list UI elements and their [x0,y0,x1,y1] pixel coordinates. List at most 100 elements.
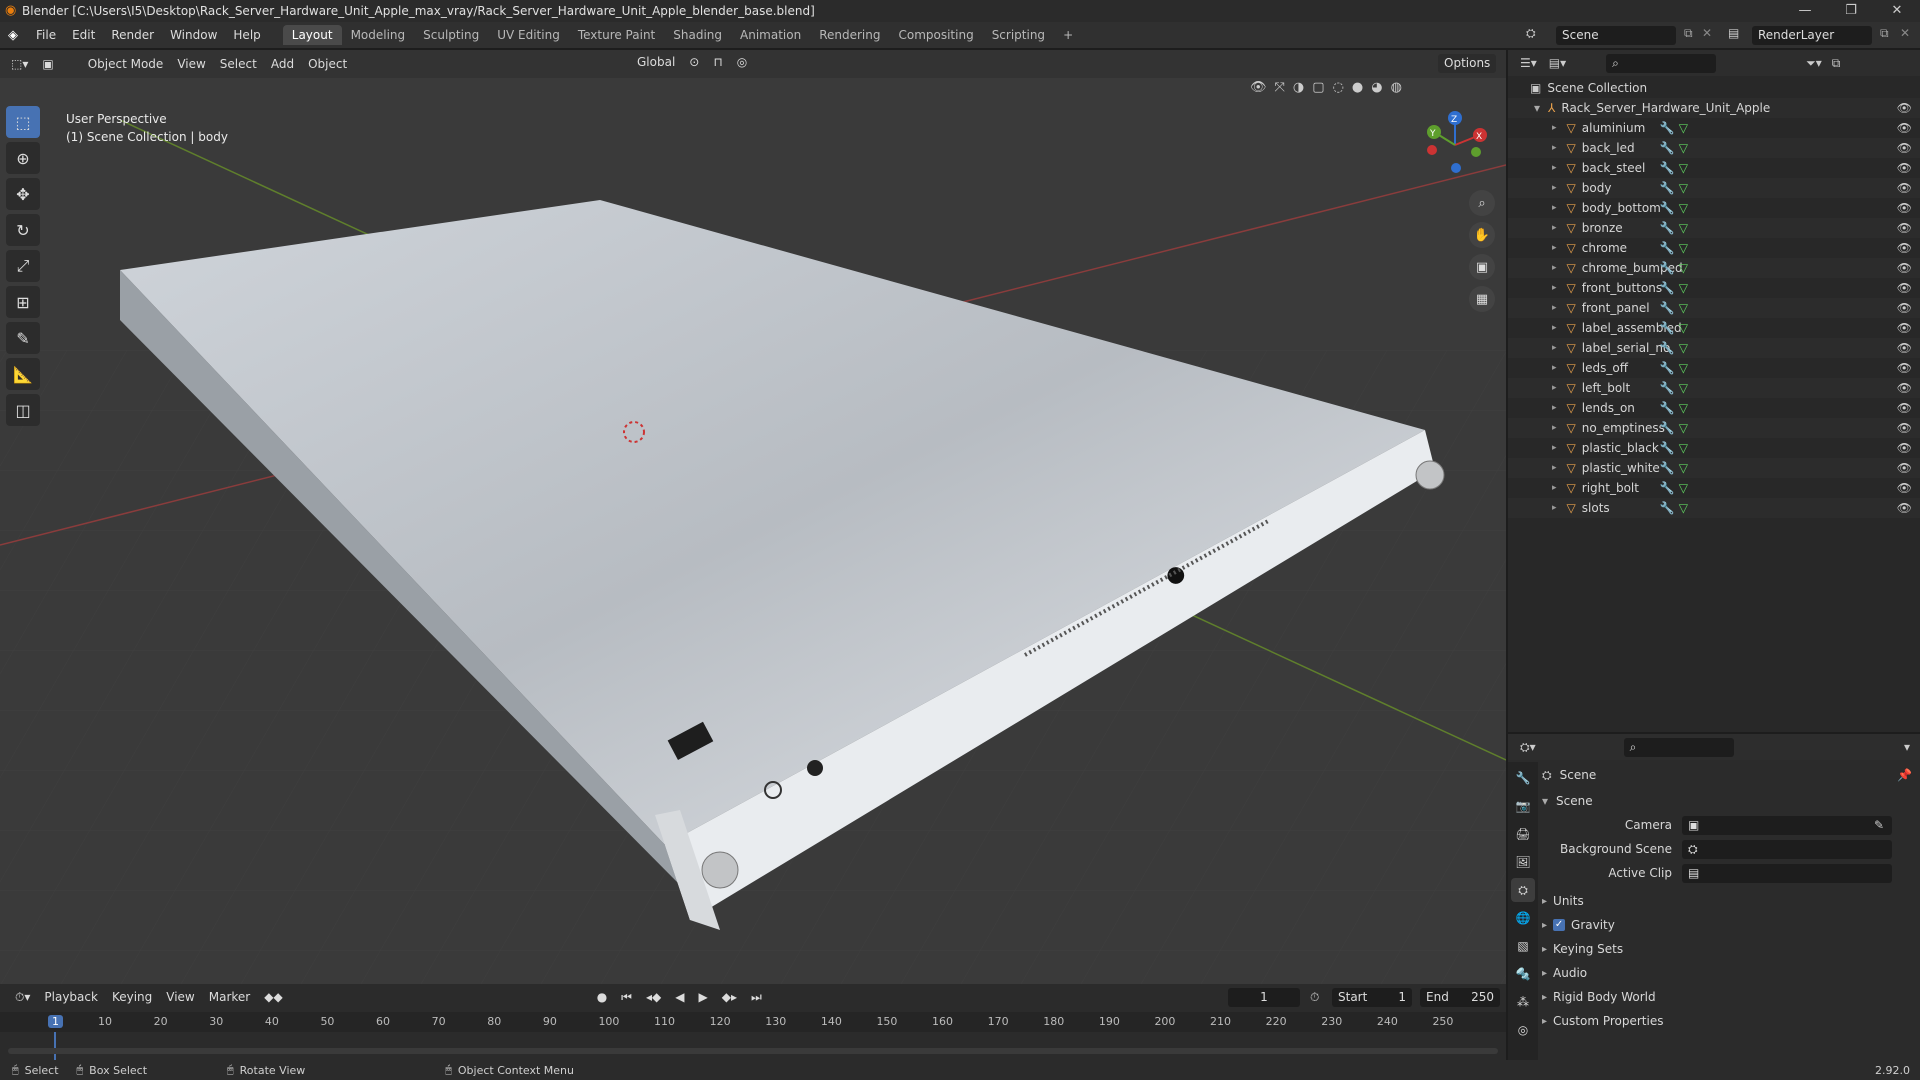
visibility-eye-icon[interactable]: 👁 [1897,121,1912,135]
new-scene-icon[interactable]: ⧉ [1684,26,1693,41]
expand-arrow-icon[interactable]: ▸ [1552,463,1557,473]
collection-row[interactable]: ▾ ⅄ Rack_Server_Hardware_Unit_Apple 👁 [1508,98,1920,118]
expand-arrow-icon[interactable]: ▸ [1552,203,1557,213]
panel-keying-sets[interactable]: ▸ Keying Sets [1542,938,1912,960]
collapse-arrow-icon[interactable]: ▾ [1534,101,1540,115]
outliner-item-body[interactable]: ▸ ▽ body 🔧 ▽ 👁 [1508,178,1920,198]
transform-tool-icon[interactable]: ⊞ [6,286,40,318]
panel-audio[interactable]: ▸ Audio [1542,962,1912,984]
modifier-wrench-icon[interactable]: 🔧 [1660,461,1675,475]
mesh-data-icon[interactable]: ▽ [1679,461,1688,475]
xray-icon[interactable]: ▢ [1312,80,1324,95]
outliner-item-aluminium[interactable]: ▸ ▽ aluminium 🔧 ▽ 👁 [1508,118,1920,138]
panel-custom-properties[interactable]: ▸ Custom Properties [1542,1010,1912,1032]
visibility-eye-icon[interactable]: 👁 [1897,301,1912,315]
expand-arrow-icon[interactable]: ▸ [1552,503,1557,513]
viewport-menu-view[interactable]: View [170,55,212,73]
record-icon[interactable]: ● [590,988,614,1006]
mesh-data-icon[interactable]: ▽ [1679,481,1688,495]
overlay-toggle-icon[interactable]: ◑ [1293,80,1304,95]
particles-tab-icon[interactable]: ⁂ [1511,990,1535,1014]
modifier-wrench-icon[interactable]: 🔧 [1660,301,1675,315]
play-icon[interactable]: ▶ [691,988,714,1006]
modifier-wrench-icon[interactable]: 🔧 [1660,121,1675,135]
expand-arrow-icon[interactable]: ▸ [1552,283,1557,293]
outliner-item-back-steel[interactable]: ▸ ▽ back_steel 🔧 ▽ 👁 [1508,158,1920,178]
gravity-checkbox[interactable]: ✓ [1553,919,1566,931]
panel-units[interactable]: ▸ Units [1542,890,1912,912]
pan-icon[interactable]: ✋ [1469,222,1495,248]
viewport-menu-select[interactable]: Select [213,55,264,73]
perspective-toggle-icon[interactable]: ▦ [1469,286,1495,312]
outliner-item-label-assembled[interactable]: ▸ ▽ label_assembled 🔧 ▽ 👁 [1508,318,1920,338]
outliner-item-bronze[interactable]: ▸ ▽ bronze 🔧 ▽ 👁 [1508,218,1920,238]
visibility-eye-icon[interactable]: 👁 [1897,101,1912,115]
timeline-menu-keying[interactable]: Keying [105,988,159,1006]
mesh-data-icon[interactable]: ▽ [1679,361,1688,375]
add-workspace-icon[interactable]: + [1054,25,1082,45]
viewport-menu-object[interactable]: Object [301,55,354,73]
tab-texture-paint[interactable]: Texture Paint [569,25,664,45]
next-key-icon[interactable]: ◆▸ [715,988,744,1006]
tab-layout[interactable]: Layout [282,25,342,45]
end-frame-field[interactable]: End 250 [1420,988,1500,1007]
visibility-eye-icon[interactable]: 👁 [1897,441,1912,455]
rotate-tool-icon[interactable]: ↻ [6,214,40,246]
outliner-item-back-led[interactable]: ▸ ▽ back_led 🔧 ▽ 👁 [1508,138,1920,158]
expand-arrow-icon[interactable]: ▸ [1552,363,1557,373]
mesh-data-icon[interactable]: ▽ [1679,281,1688,295]
snap-icon[interactable]: ⊓ [706,53,729,71]
timeline-menu-marker[interactable]: Marker [202,988,257,1006]
mesh-data-icon[interactable]: ▽ [1679,341,1688,355]
prev-key-icon[interactable]: ◂◆ [639,988,668,1006]
new-layer-icon[interactable]: ⧉ [1880,26,1889,41]
camera-view-icon[interactable]: ▣ [1469,254,1495,280]
active-clip-field[interactable]: ▤ [1682,863,1892,883]
solid-shading-icon[interactable]: ● [1352,80,1363,95]
modifier-wrench-icon[interactable]: 🔧 [1660,261,1675,275]
new-collection-icon[interactable]: ⧉ [1832,56,1841,71]
visibility-eye-icon[interactable]: 👁 [1897,161,1912,175]
mesh-data-icon[interactable]: ▽ [1679,141,1688,155]
modifier-tab-icon[interactable]: 🔩 [1511,962,1535,986]
expand-arrow-icon[interactable]: ▸ [1552,263,1557,273]
modifier-wrench-icon[interactable]: 🔧 [1660,361,1675,375]
scene-tab-icon[interactable]: ⛭ [1511,878,1535,902]
render-layer-selector[interactable]: RenderLayer [1752,26,1872,45]
stopwatch-icon[interactable]: ⏱ [1310,990,1319,1005]
outliner-editor-icon[interactable]: ☰▾ [1520,56,1537,70]
expand-arrow-icon[interactable]: ▸ [1552,323,1557,333]
frame-ruler[interactable]: 1 10 20 30 40 50 60 70 80 90 100 110 120 130 140 150 160… [0,1012,1506,1062]
outliner-item-label-serial-no[interactable]: ▸ ▽ label_serial_no 🔧 ▽ 👁 [1508,338,1920,358]
mesh-data-icon[interactable]: ▽ [1679,501,1688,515]
mesh-data-icon[interactable]: ▽ [1679,221,1688,235]
delete-scene-icon[interactable]: ✕ [1702,26,1712,40]
visibility-icon[interactable]: 👁 [1250,80,1267,95]
pin-icon[interactable]: 📌 [1897,768,1912,782]
visibility-eye-icon[interactable]: 👁 [1897,261,1912,275]
outliner-item-chrome-bumped[interactable]: ▸ ▽ chrome_bumped 🔧 ▽ 👁 [1508,258,1920,278]
visibility-eye-icon[interactable]: 👁 [1897,321,1912,335]
outliner-item-body-bottom[interactable]: ▸ ▽ body_bottom 🔧 ▽ 👁 [1508,198,1920,218]
output-tab-icon[interactable]: 🖨 [1511,822,1535,846]
close-icon[interactable]: ✕ [1874,0,1920,22]
tab-compositing[interactable]: Compositing [889,25,982,45]
expand-arrow-icon[interactable]: ▸ [1552,143,1557,153]
menu-window[interactable]: Window [162,28,225,42]
modifier-wrench-icon[interactable]: 🔧 [1660,401,1675,415]
mesh-data-icon[interactable]: ▽ [1679,441,1688,455]
expand-arrow-icon[interactable]: ▸ [1552,403,1557,413]
mesh-data-icon[interactable]: ▽ [1679,121,1688,135]
timeline-menu-playback[interactable]: Playback [37,988,105,1006]
display-mode-icon[interactable]: ▤▾ [1549,56,1566,70]
render-tab-icon[interactable]: 📷 [1511,794,1535,818]
transform-orientation[interactable]: Global [630,53,682,71]
visibility-eye-icon[interactable]: 👁 [1897,381,1912,395]
jump-start-icon[interactable]: ⏮ [614,988,639,1007]
visibility-eye-icon[interactable]: 👁 [1897,201,1912,215]
visibility-eye-icon[interactable]: 👁 [1897,461,1912,475]
modifier-wrench-icon[interactable]: 🔧 [1660,341,1675,355]
outliner-item-right-bolt[interactable]: ▸ ▽ right_bolt 🔧 ▽ 👁 [1508,478,1920,498]
modifier-wrench-icon[interactable]: 🔧 [1660,481,1675,495]
visibility-eye-icon[interactable]: 👁 [1897,421,1912,435]
